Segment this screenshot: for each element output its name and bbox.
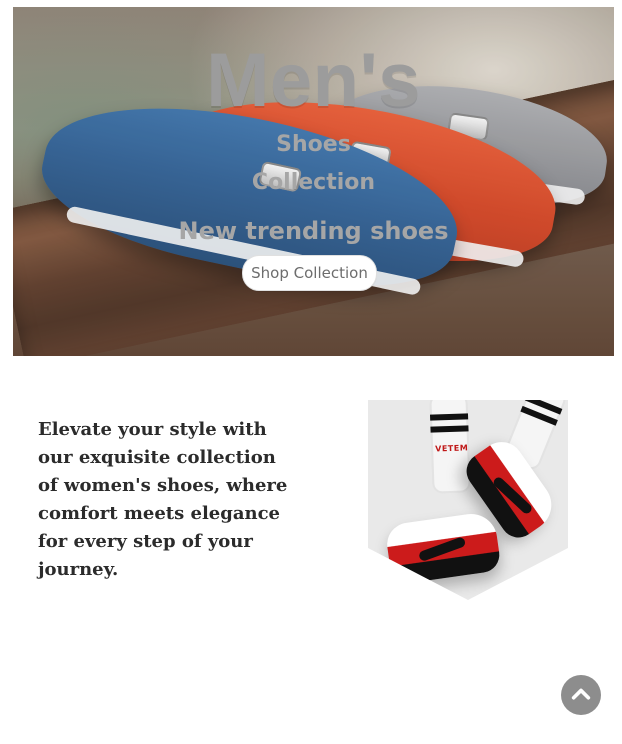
sneakers-promo-image: VETEM bbox=[368, 400, 568, 600]
hero-title: Men's bbox=[206, 38, 421, 123]
sock-stripe bbox=[430, 425, 469, 433]
chevron-up-icon bbox=[571, 688, 591, 700]
swoosh-icon bbox=[417, 536, 467, 563]
sock-left: VETEM bbox=[429, 400, 471, 494]
sneaker-left bbox=[384, 510, 502, 586]
hero-subtitle-shoes: Shoes bbox=[276, 132, 351, 157]
hero-subtitle-collection: Collection bbox=[251, 170, 376, 195]
promo-section: Elevate your style with our exquisite co… bbox=[0, 356, 622, 744]
back-to-top-button[interactable] bbox=[561, 675, 601, 715]
hero-subtitle-trending: New trending shoes bbox=[178, 217, 449, 245]
sock-stripe bbox=[429, 413, 469, 421]
hero-banner: Men's Shoes Collection New trending shoe… bbox=[13, 7, 614, 356]
sock-brand-text: VETEM bbox=[435, 443, 469, 454]
shop-collection-button[interactable]: Shop Collection bbox=[242, 255, 377, 291]
promo-tagline: Elevate your style with our exquisite co… bbox=[38, 419, 288, 580]
swoosh-icon bbox=[491, 475, 534, 516]
